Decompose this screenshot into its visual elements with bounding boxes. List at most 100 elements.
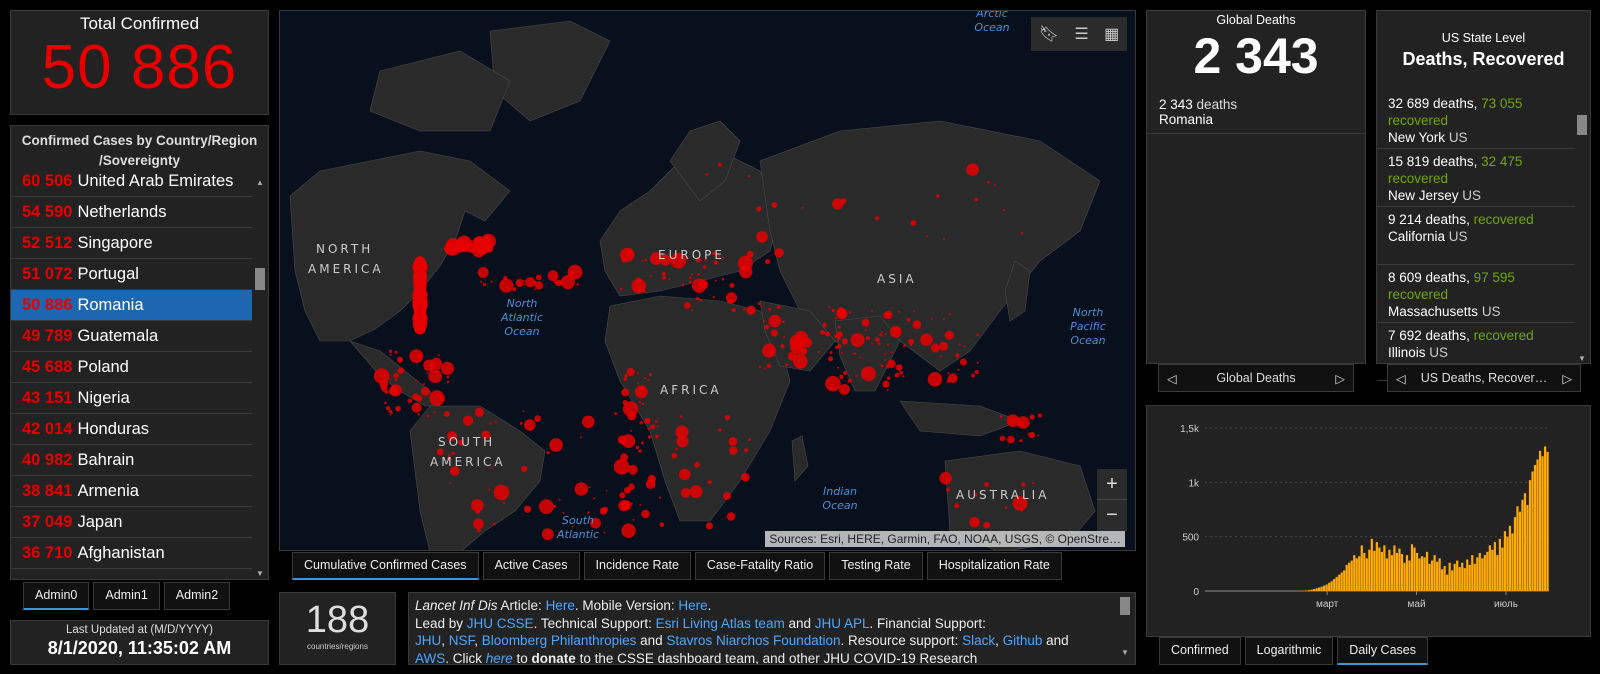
case-dot[interactable]: [832, 198, 844, 210]
case-dot[interactable]: [739, 265, 753, 279]
chart-bar[interactable]: [1538, 450, 1542, 591]
case-dot[interactable]: [714, 279, 717, 282]
case-dot[interactable]: [974, 369, 979, 375]
case-dot[interactable]: [437, 367, 440, 370]
case-dot[interactable]: [770, 329, 778, 337]
chart-bar[interactable]: [1358, 556, 1361, 591]
case-dot[interactable]: [570, 271, 574, 274]
case-dot[interactable]: [717, 162, 722, 167]
case-dot[interactable]: [875, 337, 880, 343]
case-dot[interactable]: [538, 499, 554, 514]
case-dot[interactable]: [855, 374, 858, 377]
case-dot[interactable]: [419, 311, 421, 314]
case-dot[interactable]: [743, 308, 746, 311]
case-dot[interactable]: [1007, 435, 1015, 444]
info-scrollbar[interactable]: ▼: [1119, 597, 1131, 661]
info-scroll-down-icon[interactable]: ▼: [1119, 644, 1131, 662]
case-dot[interactable]: [394, 350, 398, 354]
case-dot[interactable]: [776, 305, 781, 309]
chart-bar[interactable]: [1388, 549, 1391, 591]
case-dot[interactable]: [790, 341, 793, 343]
case-dot[interactable]: [747, 175, 750, 178]
chart-bar[interactable]: [1436, 561, 1439, 591]
chart-bar[interactable]: [1408, 560, 1411, 591]
case-dot[interactable]: [623, 487, 631, 494]
case-dot[interactable]: [416, 299, 424, 307]
case-dot[interactable]: [394, 378, 398, 382]
case-dot[interactable]: [1017, 421, 1024, 427]
case-dot[interactable]: [834, 316, 837, 320]
case-dot[interactable]: [668, 278, 671, 281]
chart-bar[interactable]: [1498, 538, 1501, 591]
case-dot[interactable]: [763, 367, 766, 370]
jhu-apl-link[interactable]: JHU APL: [815, 616, 870, 631]
country-row[interactable]: 38 841 Armenia: [11, 476, 252, 507]
chart-bar[interactable]: [1360, 545, 1363, 591]
case-dot[interactable]: [835, 345, 839, 350]
chart-bar[interactable]: [1423, 557, 1426, 591]
case-dot[interactable]: [546, 451, 550, 455]
chart-bar[interactable]: [1345, 564, 1348, 591]
case-dot[interactable]: [909, 343, 913, 347]
country-row[interactable]: 40 982 Bahrain: [11, 445, 252, 476]
scrollbar-thumb[interactable]: [255, 268, 265, 290]
chart-bar[interactable]: [1516, 506, 1519, 591]
case-dot[interactable]: [659, 522, 665, 527]
chart-bar[interactable]: [1481, 558, 1484, 591]
chart-bar[interactable]: [1368, 549, 1371, 591]
github-link[interactable]: Github: [1003, 633, 1043, 648]
case-dot[interactable]: [746, 250, 754, 258]
case-dot[interactable]: [912, 320, 922, 329]
case-dot[interactable]: [549, 438, 563, 452]
case-dot[interactable]: [843, 371, 848, 376]
chart-bar[interactable]: [1531, 471, 1534, 591]
case-dot[interactable]: [899, 365, 903, 368]
case-dot[interactable]: [654, 420, 658, 423]
chart-bar[interactable]: [1317, 587, 1321, 591]
case-dot[interactable]: [1019, 439, 1023, 443]
case-dot[interactable]: [658, 496, 661, 499]
chart-bar[interactable]: [1513, 517, 1517, 591]
case-dot[interactable]: [825, 375, 841, 392]
case-dot[interactable]: [688, 276, 692, 280]
chart-bar[interactable]: [1508, 525, 1512, 591]
case-dot[interactable]: [389, 378, 392, 381]
case-dot[interactable]: [959, 358, 968, 366]
case-dot[interactable]: [770, 353, 773, 356]
case-dot[interactable]: [534, 288, 536, 291]
case-dot[interactable]: [480, 243, 482, 246]
chart-bar[interactable]: [1493, 542, 1496, 591]
case-dot[interactable]: [1031, 481, 1035, 485]
chart-bar[interactable]: [1503, 531, 1507, 591]
case-dot[interactable]: [913, 310, 916, 313]
chart-bar[interactable]: [1338, 574, 1341, 591]
case-dot[interactable]: [418, 327, 422, 331]
case-dot[interactable]: [385, 405, 391, 411]
case-dot[interactable]: [420, 387, 430, 396]
case-dot[interactable]: [829, 351, 833, 355]
slack-link[interactable]: Slack: [962, 633, 995, 648]
chart-bar[interactable]: [1518, 511, 1522, 591]
case-dot[interactable]: [1037, 434, 1040, 437]
case-dot[interactable]: [1037, 413, 1043, 418]
chart-bar[interactable]: [1456, 560, 1459, 591]
case-dot[interactable]: [647, 435, 652, 439]
case-dot[interactable]: [993, 184, 996, 187]
case-dot[interactable]: [834, 334, 838, 338]
case-dot[interactable]: [976, 333, 979, 337]
chart-bar[interactable]: [1453, 563, 1456, 591]
case-dot[interactable]: [644, 377, 647, 380]
chart-bar[interactable]: [1496, 555, 1499, 591]
case-dot[interactable]: [927, 372, 943, 387]
case-dot[interactable]: [641, 259, 644, 262]
case-dot[interactable]: [886, 388, 889, 391]
tab-admin1[interactable]: Admin1: [93, 582, 160, 610]
case-dot[interactable]: [426, 371, 429, 374]
case-dot[interactable]: [780, 344, 785, 349]
case-dot[interactable]: [936, 194, 940, 198]
us-state-row[interactable]: 9 214 deaths, recovered California US: [1377, 207, 1575, 265]
aws-link[interactable]: AWS: [415, 651, 445, 665]
case-dot[interactable]: [853, 352, 856, 356]
case-dot[interactable]: [419, 260, 421, 263]
case-dot[interactable]: [849, 311, 852, 314]
